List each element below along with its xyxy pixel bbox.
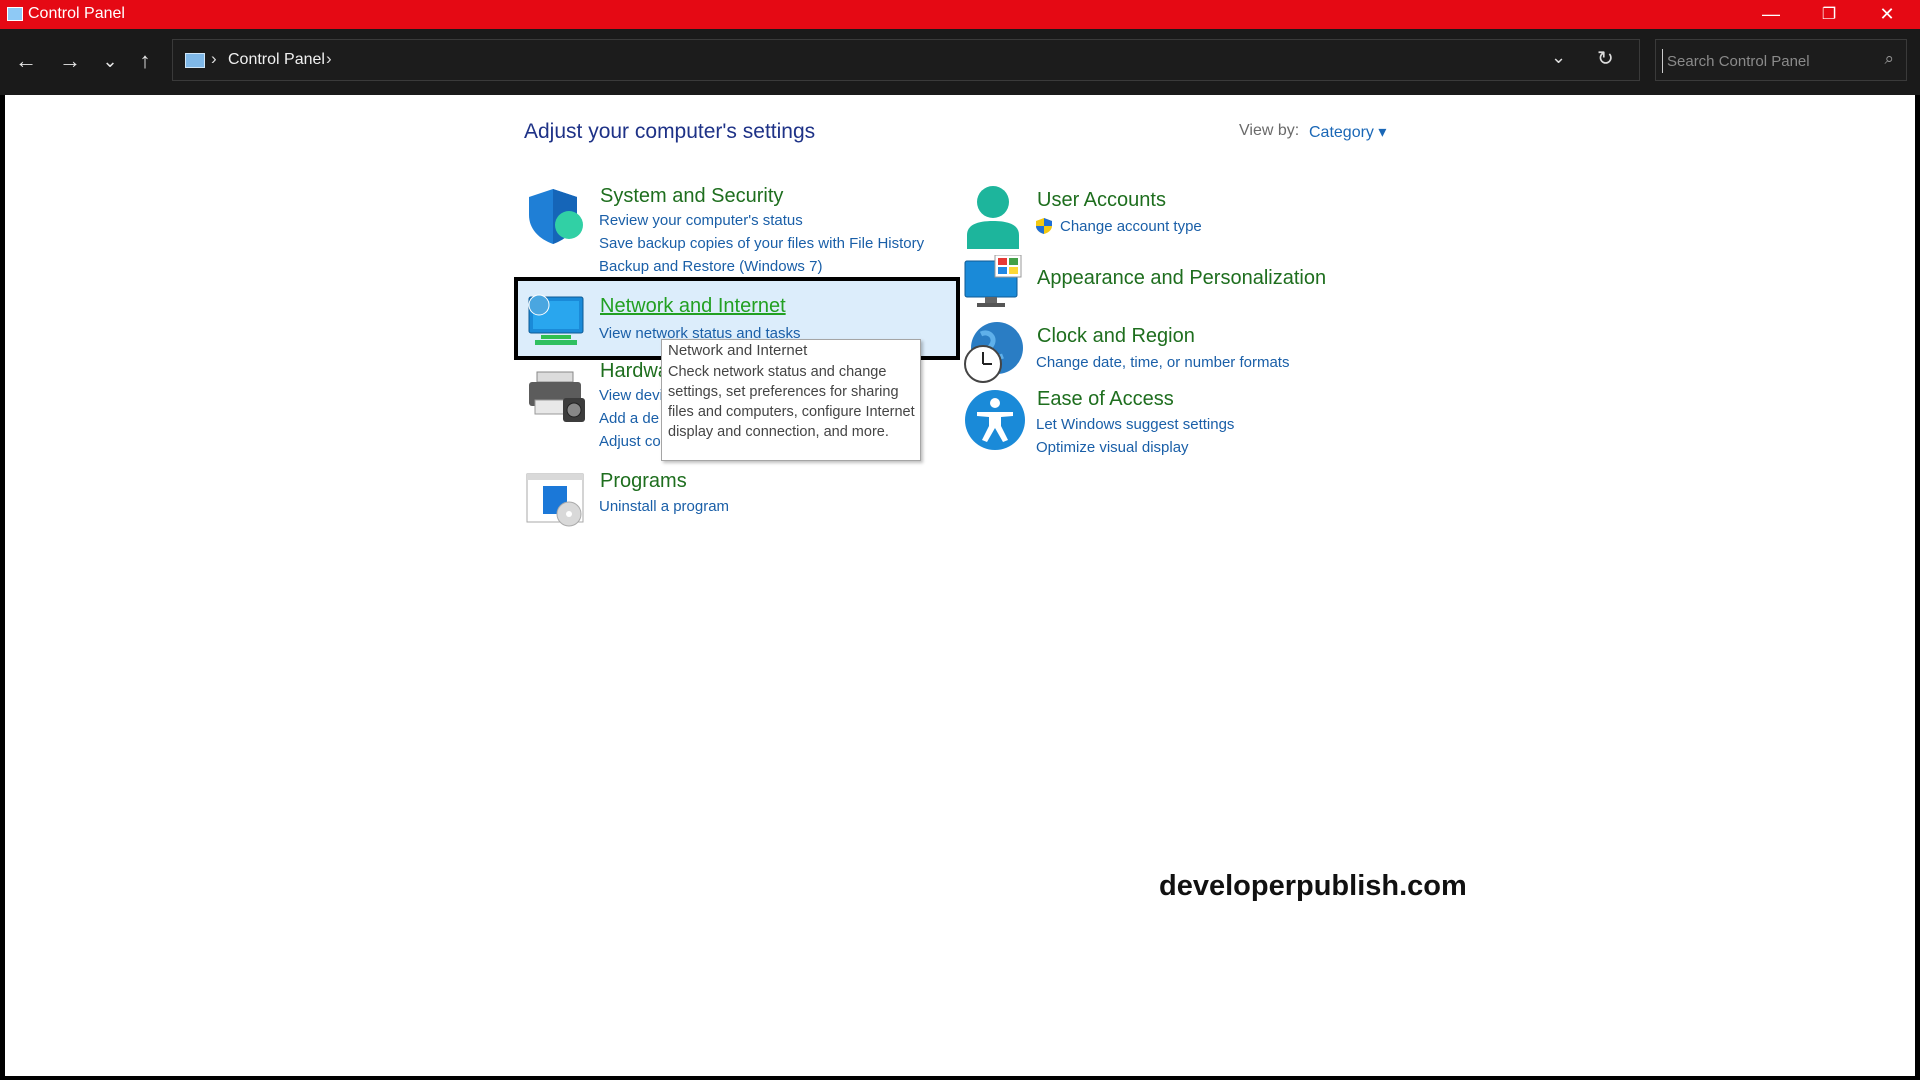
link-change-date-time[interactable]: Change date, time, or number formats bbox=[1036, 354, 1289, 371]
title-bar: Control Panel — ❐ ✕ bbox=[0, 0, 1920, 29]
view-by-dropdown[interactable]: Category ▾ bbox=[1309, 122, 1386, 142]
link-file-history[interactable]: Save backup copies of your files with Fi… bbox=[599, 235, 924, 252]
clock-globe-icon[interactable] bbox=[963, 320, 1027, 384]
breadcrumb-separator-icon[interactable]: › bbox=[326, 49, 332, 69]
ease-of-access-icon[interactable] bbox=[963, 388, 1027, 452]
refresh-icon[interactable]: ↻ bbox=[1597, 46, 1614, 71]
link-uninstall-program[interactable]: Uninstall a program bbox=[599, 498, 729, 515]
address-dropdown-icon[interactable]: ⌄ bbox=[1551, 47, 1566, 68]
link-adjust-settings[interactable]: Adjust co bbox=[599, 433, 661, 450]
address-bar[interactable]: › Control Panel › ⌄ ↻ bbox=[172, 39, 1640, 81]
category-user-accounts[interactable]: User Accounts bbox=[1037, 189, 1166, 212]
link-optimize-visual-display[interactable]: Optimize visual display bbox=[1036, 439, 1189, 456]
back-arrow-icon[interactable]: ← bbox=[9, 44, 43, 78]
breadcrumb-separator-icon[interactable]: › bbox=[211, 49, 217, 69]
link-add-device[interactable]: Add a de bbox=[599, 410, 659, 427]
category-hardware-and-sound[interactable]: Hardwa bbox=[600, 360, 669, 383]
tooltip-title: Network and Internet bbox=[668, 342, 808, 359]
search-input[interactable] bbox=[1662, 49, 1879, 73]
page-title: Adjust your computer's settings bbox=[524, 120, 816, 143]
appearance-monitor-icon[interactable] bbox=[963, 255, 1025, 311]
view-by-label: View by: bbox=[1239, 122, 1300, 139]
control-panel-location-icon bbox=[185, 53, 205, 68]
breadcrumb-control-panel[interactable]: Control Panel bbox=[228, 51, 325, 69]
link-backup-restore[interactable]: Backup and Restore (Windows 7) bbox=[599, 258, 822, 275]
close-button[interactable]: ✕ bbox=[1858, 0, 1916, 29]
content-area: Adjust your computer's settings View by:… bbox=[5, 95, 1915, 1076]
link-change-account-type[interactable]: Change account type bbox=[1060, 218, 1202, 235]
user-accounts-icon[interactable] bbox=[963, 185, 1023, 249]
window-title: Control Panel bbox=[28, 5, 125, 22]
link-review-computer-status[interactable]: Review your computer's status bbox=[599, 212, 803, 229]
link-let-windows-suggest[interactable]: Let Windows suggest settings bbox=[1036, 416, 1234, 433]
control-panel-app-icon bbox=[7, 7, 23, 21]
recent-locations-chevron-icon[interactable]: ⌄ bbox=[93, 44, 127, 78]
category-ease-of-access[interactable]: Ease of Access bbox=[1037, 388, 1174, 411]
search-box[interactable]: ⌕ bbox=[1655, 39, 1907, 81]
programs-icon[interactable] bbox=[525, 472, 587, 528]
printer-icon[interactable] bbox=[527, 370, 589, 426]
control-panel-window: Control Panel — ❐ ✕ ← → ⌄ ↑ › Control Pa… bbox=[0, 0, 1920, 1080]
category-appearance-and-personalization[interactable]: Appearance and Personalization bbox=[1037, 267, 1326, 290]
category-programs[interactable]: Programs bbox=[600, 470, 687, 493]
uac-shield-icon bbox=[1036, 218, 1052, 234]
restore-button[interactable]: ❐ bbox=[1800, 0, 1858, 29]
tooltip-description: Check network status and change settings… bbox=[668, 364, 915, 440]
category-network-and-internet[interactable]: Network and Internet bbox=[600, 295, 786, 318]
up-arrow-icon[interactable]: ↑ bbox=[128, 44, 162, 78]
shield-icon[interactable] bbox=[527, 187, 587, 245]
navigation-bar: ← → ⌄ ↑ › Control Panel › ⌄ ↻ ⌕ bbox=[0, 29, 1920, 95]
network-tooltip: Network and Internet Check network statu… bbox=[661, 339, 921, 461]
category-clock-and-region[interactable]: Clock and Region bbox=[1037, 325, 1195, 348]
minimize-button[interactable]: — bbox=[1742, 0, 1800, 29]
category-system-and-security[interactable]: System and Security bbox=[600, 185, 783, 208]
network-monitor-icon[interactable] bbox=[525, 293, 587, 349]
link-view-devices[interactable]: View devi bbox=[599, 387, 663, 404]
forward-arrow-icon[interactable]: → bbox=[53, 44, 87, 78]
watermark-text: developerpublish.com bbox=[1159, 870, 1467, 902]
search-icon[interactable]: ⌕ bbox=[1884, 49, 1894, 69]
